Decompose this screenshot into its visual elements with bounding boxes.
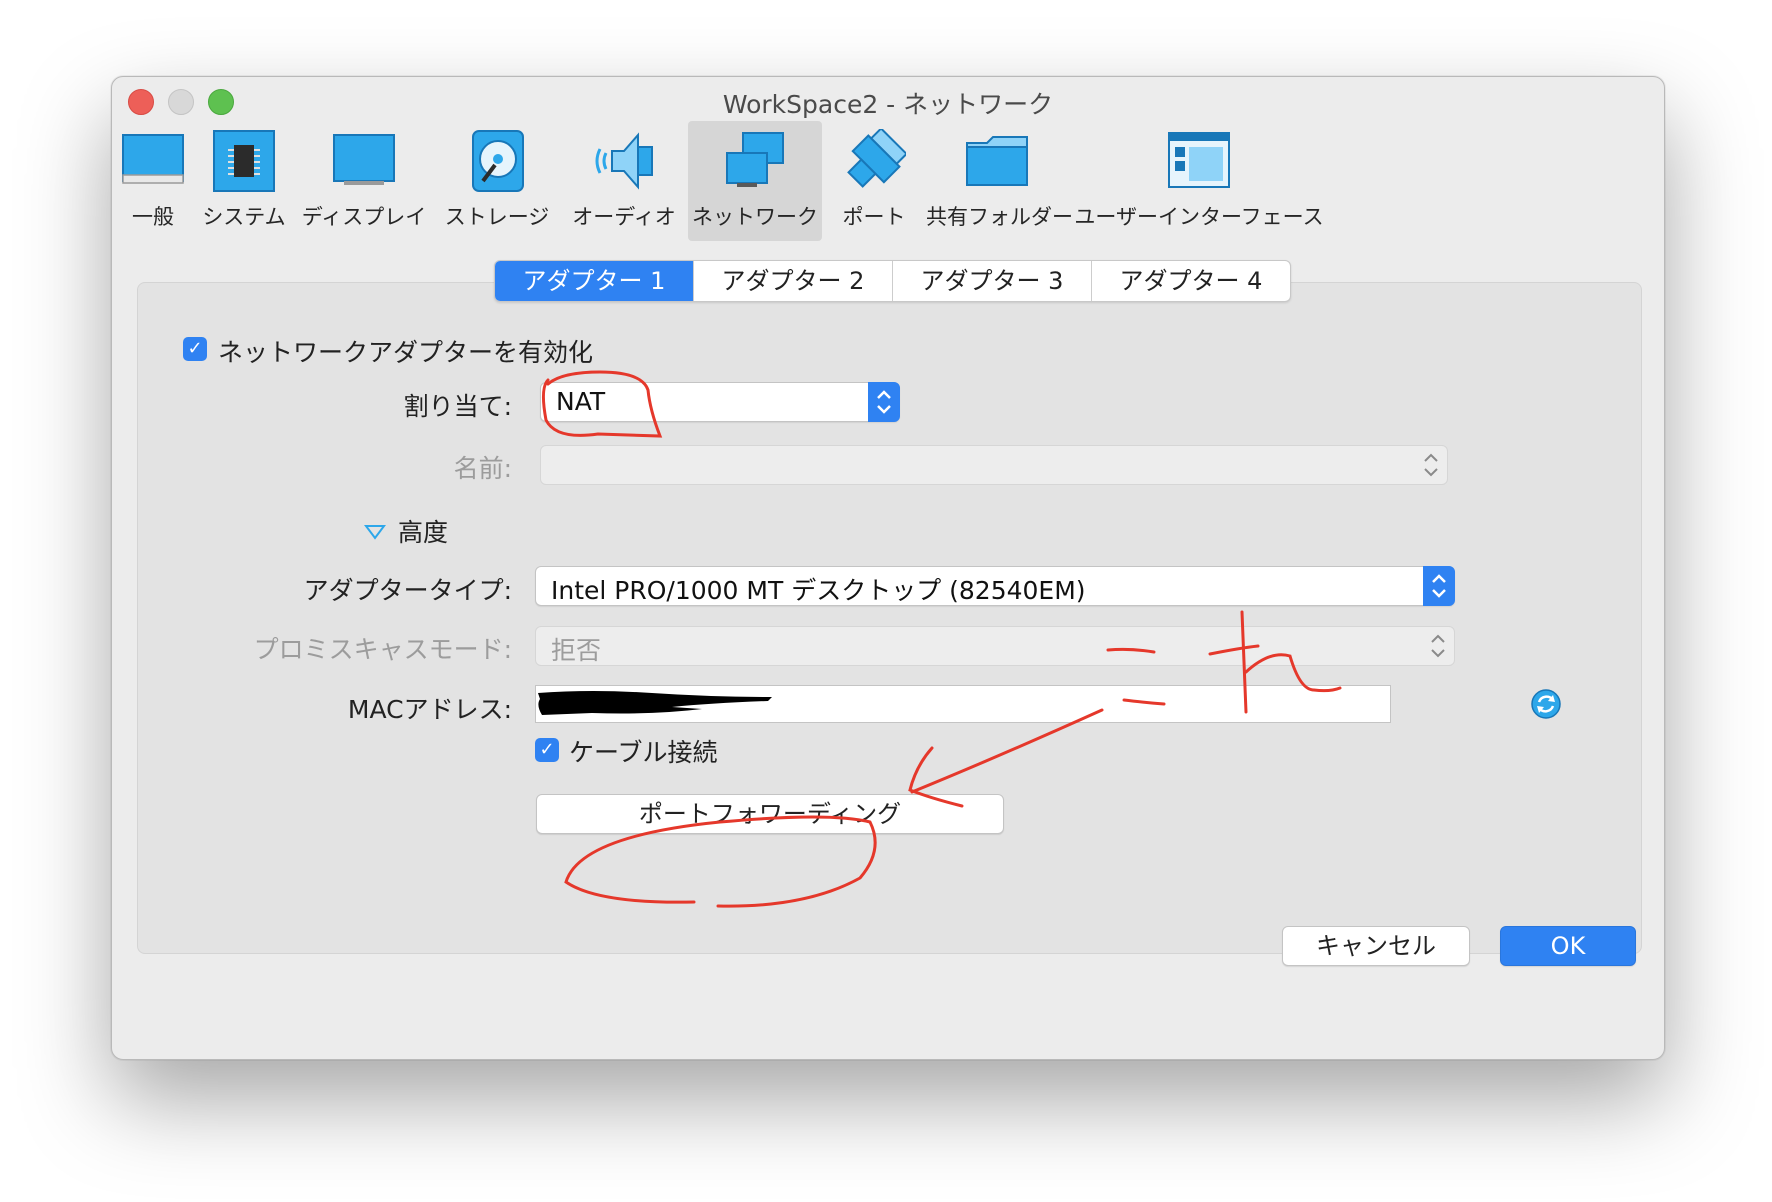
advanced-label: 高度	[398, 518, 449, 547]
port-forwarding-button[interactable]: ポートフォワーディング	[536, 794, 1004, 834]
toolbar-item-port[interactable]: ポート	[822, 121, 926, 241]
user-interface-icon	[1168, 132, 1230, 188]
title-bar: WorkSpace2 - ネットワーク	[112, 77, 1664, 121]
system-chip-icon	[213, 130, 275, 192]
settings-window: WorkSpace2 - ネットワーク 一般 システム ディスプレイ ストレージ…	[111, 76, 1665, 1060]
cable-connected-label: ケーブル接続	[569, 738, 718, 767]
promiscuous-mode-select[interactable]: 拒否	[535, 626, 1455, 666]
toolbar-label: ユーザーインターフェース	[1074, 205, 1324, 229]
cable-connected-checkbox[interactable]: ✓	[535, 738, 559, 762]
display-icon	[333, 134, 395, 185]
cancel-button[interactable]: キャンセル	[1282, 926, 1470, 966]
toolbar-item-shared-folders[interactable]: 共有フォルダー	[926, 121, 1073, 241]
tab-adapter-4[interactable]: アダプター 4	[1092, 261, 1290, 301]
attached-to-label: 割り当て:	[403, 392, 512, 421]
settings-toolbar: 一般 システム ディスプレイ ストレージ オーディオ ネットワーク ポート 共有…	[112, 121, 1664, 241]
disclosure-triangle-icon[interactable]	[364, 523, 386, 541]
toolbar-label: オーディオ	[572, 205, 676, 229]
port-icon	[847, 129, 906, 188]
window-title: WorkSpace2 - ネットワーク	[722, 90, 1054, 119]
tab-adapter-2[interactable]: アダプター 2	[694, 261, 893, 301]
name-select[interactable]	[540, 445, 1448, 485]
toolbar-item-user-interface[interactable]: ユーザーインターフェース	[1068, 121, 1330, 241]
adapter-type-value: Intel PRO/1000 MT デスクトップ (82540EM)	[551, 576, 1086, 605]
select-stepper-icon	[1424, 453, 1438, 477]
toolbar-label: 共有フォルダー	[926, 205, 1073, 229]
promiscuous-mode-label: プロミスキャスモード:	[253, 635, 512, 664]
select-stepper-icon	[1431, 634, 1445, 658]
toolbar-item-display[interactable]: ディスプレイ	[294, 121, 434, 241]
toolbar-label: ポート	[842, 205, 906, 229]
attached-to-value: NAT	[556, 387, 606, 416]
select-stepper-icon	[868, 382, 900, 422]
network-icon	[726, 132, 784, 187]
folder-icon	[966, 136, 1028, 186]
enable-adapter-label: ネットワークアダプターを有効化	[218, 338, 594, 367]
mac-address-label: MACアドレス:	[347, 695, 512, 724]
adapter-type-label: アダプタータイプ:	[303, 576, 512, 605]
generate-mac-refresh-icon[interactable]	[1530, 688, 1562, 720]
toolbar-label: システム	[202, 205, 286, 229]
select-stepper-icon	[1423, 566, 1455, 606]
toolbar-item-general[interactable]: 一般	[112, 121, 194, 241]
adapter-tabs: アダプター 1 アダプター 2 アダプター 3 アダプター 4	[494, 260, 1291, 302]
toolbar-item-audio[interactable]: オーディオ	[560, 121, 688, 241]
toolbar-item-system[interactable]: システム	[194, 121, 294, 241]
storage-disk-icon	[472, 130, 524, 192]
tab-adapter-1[interactable]: アダプター 1	[495, 261, 694, 301]
attached-to-select[interactable]: NAT	[540, 382, 900, 422]
toolbar-label: ディスプレイ	[301, 205, 427, 229]
name-label: 名前:	[453, 454, 512, 483]
enable-adapter-checkbox[interactable]: ✓	[183, 337, 207, 361]
toolbar-item-storage[interactable]: ストレージ	[434, 121, 560, 241]
redaction-scribble	[538, 691, 772, 715]
audio-speaker-icon	[595, 132, 653, 190]
toolbar-label: ストレージ	[444, 205, 550, 229]
general-icon	[122, 134, 184, 184]
promiscuous-mode-value: 拒否	[551, 636, 602, 665]
adapter-type-select[interactable]: Intel PRO/1000 MT デスクトップ (82540EM)	[535, 566, 1455, 606]
tab-adapter-3[interactable]: アダプター 3	[893, 261, 1092, 301]
toolbar-label: 一般	[132, 205, 174, 229]
toolbar-item-network[interactable]: ネットワーク	[688, 121, 822, 241]
toolbar-label: ネットワーク	[692, 205, 818, 229]
ok-button[interactable]: OK	[1500, 926, 1636, 966]
